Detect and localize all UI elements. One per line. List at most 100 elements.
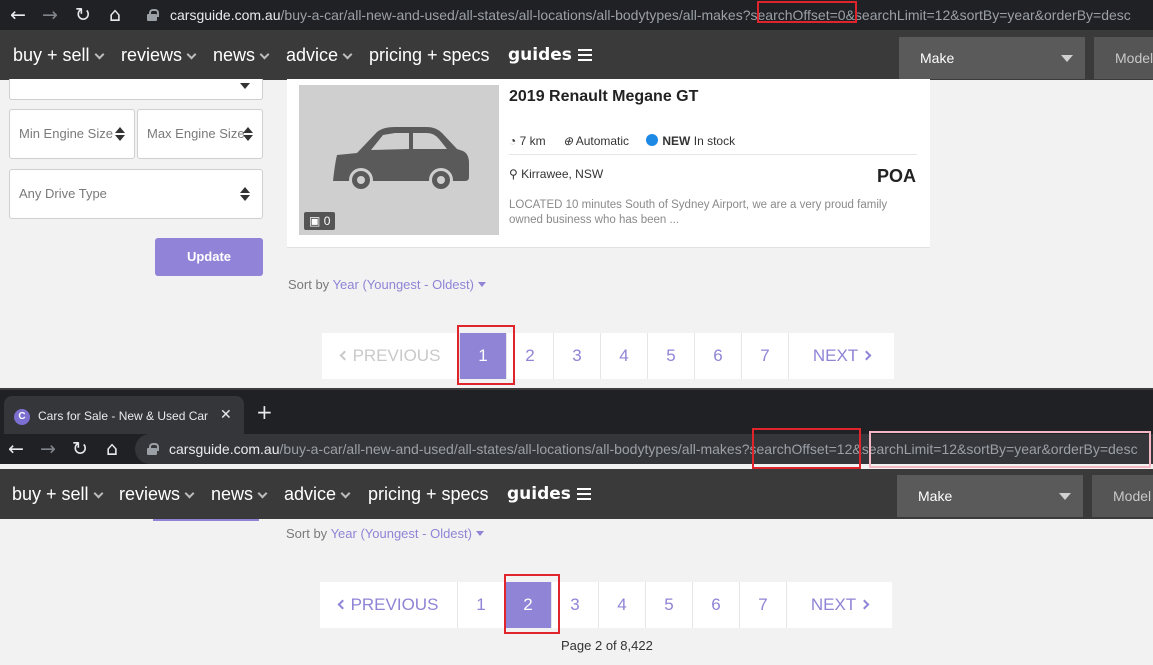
drive-type-label: Any Drive Type xyxy=(19,186,107,201)
sort-by-label: Sort by xyxy=(288,277,330,292)
speedometer-icon: ◔ xyxy=(509,134,517,148)
nav-news-label: news xyxy=(211,484,254,504)
listing-transmission: Automatic xyxy=(575,134,630,148)
nav-news[interactable]: news xyxy=(211,469,268,519)
nav-pricing-label: pricing + specs xyxy=(369,45,490,65)
nav-news-label: news xyxy=(213,45,256,65)
drive-type-select[interactable]: Any Drive Type xyxy=(9,169,263,219)
listing-title[interactable]: 2019 Renault Megane GT xyxy=(509,88,698,106)
params-highlight-box xyxy=(869,431,1151,468)
url-path: /buy-a-car/all-new-and-used/all-states/a… xyxy=(280,7,751,23)
nav-news[interactable]: news xyxy=(213,30,270,80)
previous-button[interactable]: PREVIOUS xyxy=(322,333,460,379)
model-select[interactable]: Model xyxy=(1092,475,1153,517)
nav-buy-sell[interactable]: buy + sell xyxy=(13,30,104,80)
chevron-down-icon xyxy=(257,488,268,499)
nav-advice[interactable]: advice xyxy=(284,469,351,519)
nav-buy-sell[interactable]: buy + sell xyxy=(12,469,103,519)
listing-card[interactable]: ▣ 0 2019 Renault Megane GT ◔ 7 km ⊕ Auto… xyxy=(287,79,930,248)
model-select[interactable]: Model xyxy=(1094,37,1153,79)
nav-guides-label: guides xyxy=(507,484,571,504)
browser-address-bar: ← → ↻ ⌂ carsguide.com.au/buy-a-car/all-n… xyxy=(0,0,1153,30)
home-icon[interactable]: ⌂ xyxy=(100,434,124,464)
nav-reviews-label: reviews xyxy=(121,45,183,65)
previous-label: PREVIOUS xyxy=(352,346,441,365)
browser-tab[interactable]: C Cars for Sale - New & Used Car S ✕ xyxy=(4,396,244,439)
nav-pricing-specs[interactable]: pricing + specs xyxy=(368,469,489,519)
nav-advice[interactable]: advice xyxy=(286,30,353,80)
nav-buy-sell-label: buy + sell xyxy=(13,45,90,65)
page-info: Page 2 of 8,422 xyxy=(561,638,653,653)
nav-reviews[interactable]: reviews xyxy=(119,469,195,519)
next-label: NEXT xyxy=(812,346,859,365)
sort-by-control[interactable]: Sort by Year (Youngest - Oldest) xyxy=(286,526,484,541)
page-button-7[interactable]: 7 xyxy=(742,333,789,379)
page-button-6[interactable]: 6 xyxy=(695,333,742,379)
chevron-down-icon xyxy=(259,49,270,60)
nav-guides[interactable]: guides xyxy=(508,30,592,80)
menu-icon xyxy=(577,49,592,61)
make-select-label: Make xyxy=(920,50,955,66)
reload-icon[interactable]: ↻ xyxy=(71,0,95,30)
next-button[interactable]: NEXT xyxy=(789,333,894,379)
tab-title: Cars for Sale - New & Used Car S xyxy=(38,409,208,423)
chevron-right-icon xyxy=(859,599,870,610)
sort-by-label: Sort by xyxy=(286,526,328,541)
max-engine-size-select[interactable]: Max Engine Size xyxy=(137,109,263,159)
chevron-down-icon xyxy=(342,49,353,60)
chevron-down-icon xyxy=(1059,493,1071,500)
nav-pricing-specs[interactable]: pricing + specs xyxy=(369,30,490,80)
page-button-6[interactable]: 6 xyxy=(693,582,740,628)
max-engine-size-label: Max Engine Size xyxy=(147,126,245,141)
forward-arrow-icon[interactable]: → xyxy=(36,434,60,464)
chevron-down-icon xyxy=(475,531,484,536)
reload-icon[interactable]: ↻ xyxy=(68,434,92,464)
update-button[interactable]: Update xyxy=(155,238,263,276)
page-button-4[interactable]: 4 xyxy=(601,333,648,379)
site-favicon-icon: C xyxy=(14,409,30,425)
page-button-5[interactable]: 5 xyxy=(648,333,695,379)
home-icon[interactable]: ⌂ xyxy=(103,0,127,30)
previous-button[interactable]: PREVIOUS xyxy=(320,582,458,628)
next-button[interactable]: NEXT xyxy=(787,582,892,628)
sort-by-control[interactable]: Sort by Year (Youngest - Oldest) xyxy=(288,277,486,292)
listing-description: LOCATED 10 minutes South of Sydney Airpo… xyxy=(509,199,888,226)
url-path: /buy-a-car/all-new-and-used/all-states/a… xyxy=(279,441,750,457)
page-button-4[interactable]: 4 xyxy=(599,582,646,628)
page-button-7[interactable]: 7 xyxy=(740,582,787,628)
model-select-label: Model xyxy=(1113,488,1152,504)
site-nav-bar: buy + sell reviews news advice pricing +… xyxy=(0,469,1153,519)
lock-icon xyxy=(147,9,159,21)
back-arrow-icon[interactable]: ← xyxy=(6,0,30,30)
chevron-down-icon xyxy=(477,282,486,287)
page-button-1[interactable]: 1 xyxy=(458,582,505,628)
camera-icon: ▣ xyxy=(309,214,321,228)
min-engine-size-label: Min Engine Size xyxy=(19,126,113,141)
nav-reviews[interactable]: reviews xyxy=(121,30,197,80)
min-engine-size-select[interactable]: Min Engine Size xyxy=(9,109,135,159)
listing-thumbnail[interactable]: ▣ 0 xyxy=(299,85,499,235)
url-host: carsguide.com.au xyxy=(170,7,281,23)
chevron-down-icon xyxy=(94,49,104,60)
cut-off-filter-select[interactable] xyxy=(9,79,263,100)
make-select[interactable]: Make xyxy=(899,37,1085,79)
screenshot-page-2: C Cars for Sale - New & Used Car S ✕ + ←… xyxy=(0,388,1153,665)
map-pin-icon: ⚲ xyxy=(509,167,518,181)
back-arrow-icon[interactable]: ← xyxy=(4,434,28,464)
nav-reviews-label: reviews xyxy=(119,484,181,504)
url-text[interactable]: carsguide.com.au/buy-a-car/all-new-and-u… xyxy=(170,0,1131,30)
nav-guides-label: guides xyxy=(508,45,572,65)
forward-arrow-icon[interactable]: → xyxy=(38,0,62,30)
nav-guides[interactable]: guides xyxy=(507,469,591,519)
make-select-label: Make xyxy=(918,488,953,504)
listing-km: 7 km xyxy=(519,134,546,148)
page-button-3[interactable]: 3 xyxy=(554,333,601,379)
sort-arrows-icon xyxy=(243,127,253,141)
chevron-left-icon xyxy=(337,599,348,610)
sort-by-value: Year (Youngest - Oldest) xyxy=(330,526,472,541)
page-button-5[interactable]: 5 xyxy=(646,582,693,628)
make-select[interactable]: Make xyxy=(897,475,1083,517)
plus-icon[interactable]: + xyxy=(256,400,273,424)
close-icon[interactable]: ✕ xyxy=(220,407,232,423)
chevron-down-icon xyxy=(340,488,351,499)
